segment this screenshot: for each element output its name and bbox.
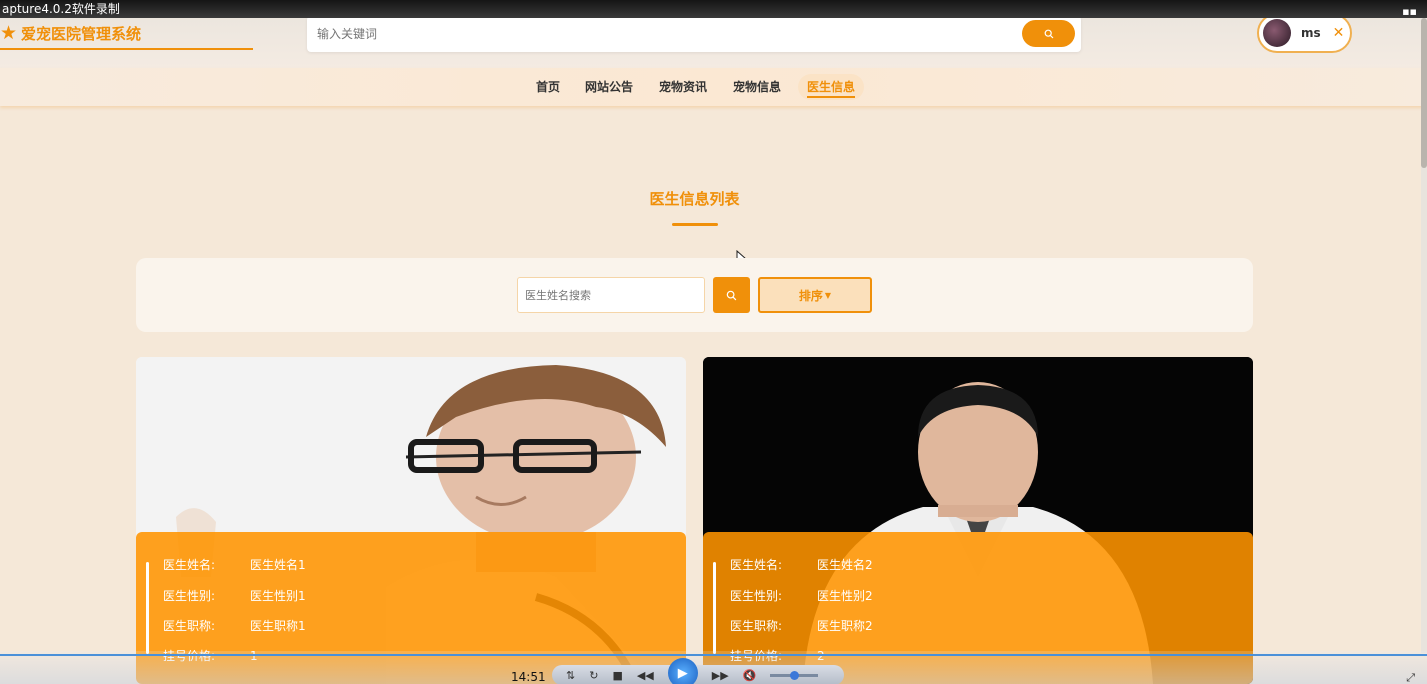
stop-icon[interactable]: ■ (612, 669, 622, 682)
site-logo[interactable]: ★ 爱宠医院管理系统 (0, 22, 141, 44)
doctor-title-value: 医生职称1 (250, 619, 306, 633)
recorder-title: apture4.0.2软件录制 (2, 2, 120, 16)
info-row-title: 医生职称: 医生职称2 (730, 617, 873, 634)
nav-item-pet-news[interactable]: 宠物资讯 (650, 74, 716, 100)
nav-item-announcements[interactable]: 网站公告 (576, 74, 642, 100)
play-icon: ▶ (677, 665, 688, 681)
search-icon (726, 290, 737, 300)
doctor-gender-label: 医生性别: (730, 589, 783, 603)
nav-item-doctor-info[interactable]: 医生信息 (798, 74, 865, 100)
filter-panel: 排序 ▼ (136, 258, 1253, 332)
user-menu[interactable]: ms ✕ (1257, 13, 1352, 53)
doctor-title-label: 医生职称: (730, 619, 783, 633)
doctor-card[interactable]: 医生姓名:医生姓名1 医生性别:医生性别1 医生职称:医生职称1 挂号价格:1 (136, 357, 686, 684)
overlay-accent-bar (713, 562, 716, 654)
doctor-gender-label: 医生性别: (163, 589, 216, 603)
recorder-title-bar: apture4.0.2软件录制 ▪▪ (0, 0, 1427, 18)
nav-item-pet-info[interactable]: 宠物信息 (724, 74, 790, 100)
doctor-gender-value: 医生性别2 (817, 589, 873, 603)
nav-item-home[interactable]: 首页 (527, 74, 569, 100)
doctor-name-value: 医生姓名2 (817, 558, 873, 572)
player-controls: ⇅ ↻ ■ ◀◀ ▶ ▶▶ 🔇 (552, 658, 844, 684)
doctor-title-value: 医生职称2 (817, 619, 873, 633)
search-icon (1044, 29, 1053, 38)
star-icon: ★ (0, 22, 18, 44)
doctor-search-button[interactable] (713, 277, 750, 313)
doctor-name-label: 医生姓名: (163, 558, 216, 572)
fast-forward-icon[interactable]: ▶▶ (712, 669, 729, 682)
keyword-search-input[interactable] (317, 23, 997, 45)
global-search-button[interactable] (1022, 20, 1075, 47)
info-row-gender: 医生性别: 医生性别2 (730, 587, 873, 604)
site-title: 爱宠医院管理系统 (21, 24, 142, 43)
mute-icon[interactable]: 🔇 (743, 669, 757, 682)
info-row-title: 医生职称: 医生职称1 (163, 617, 306, 634)
username: ms (1301, 26, 1321, 40)
doctor-name-label: 医生姓名: (730, 558, 783, 572)
info-row-name: 医生姓名: 医生姓名1 (163, 556, 306, 573)
doctor-gender-value: 医生性别1 (250, 589, 306, 603)
doctor-name-value: 医生姓名1 (250, 558, 306, 572)
recorder-player-bar: 14:51 ⇅ ↻ ■ ◀◀ ▶ ▶▶ 🔇 ⤢ (0, 651, 1427, 684)
doctor-name-search-input[interactable] (517, 277, 705, 313)
avatar (1263, 19, 1291, 47)
volume-knob[interactable] (790, 670, 800, 680)
grid-icon[interactable]: ▪▪ (1402, 3, 1417, 21)
scrollbar-thumb[interactable] (1421, 18, 1427, 168)
expand-icon[interactable]: ⤢ (1406, 671, 1415, 684)
swap-icon[interactable]: ⇅ (566, 669, 575, 682)
refresh-icon[interactable]: ↻ (589, 669, 598, 682)
doctor-title-label: 医生职称: (163, 619, 216, 633)
sort-label: 排序 (798, 288, 823, 303)
page-title: 医生信息列表 (649, 190, 740, 208)
title-underline (672, 223, 718, 226)
overlay-accent-bar (146, 562, 149, 654)
global-search (307, 16, 1081, 52)
main-nav: 首页 网站公告 宠物资讯 宠物信息 医生信息 (0, 68, 1427, 106)
caret-down-icon: ▼ (824, 290, 832, 300)
play-button[interactable]: ▶ (667, 658, 698, 684)
page-scrollbar[interactable] (1421, 18, 1427, 653)
volume-slider[interactable] (770, 670, 819, 680)
playback-time: 14:51 (511, 670, 546, 684)
sort-button[interactable]: 排序 ▼ (758, 277, 872, 313)
doctor-card[interactable]: 医生姓名:医生姓名2 医生性别:医生性别2 医生职称:医生职称2 挂号价格:2 (703, 357, 1253, 684)
info-row-gender: 医生性别: 医生性别1 (163, 587, 306, 604)
rewind-icon[interactable]: ◀◀ (637, 669, 654, 682)
logo-underline (0, 48, 253, 50)
logout-icon[interactable]: ✕ (1333, 25, 1345, 41)
info-row-name: 医生姓名: 医生姓名2 (730, 556, 873, 573)
playback-progress[interactable] (0, 654, 1427, 656)
